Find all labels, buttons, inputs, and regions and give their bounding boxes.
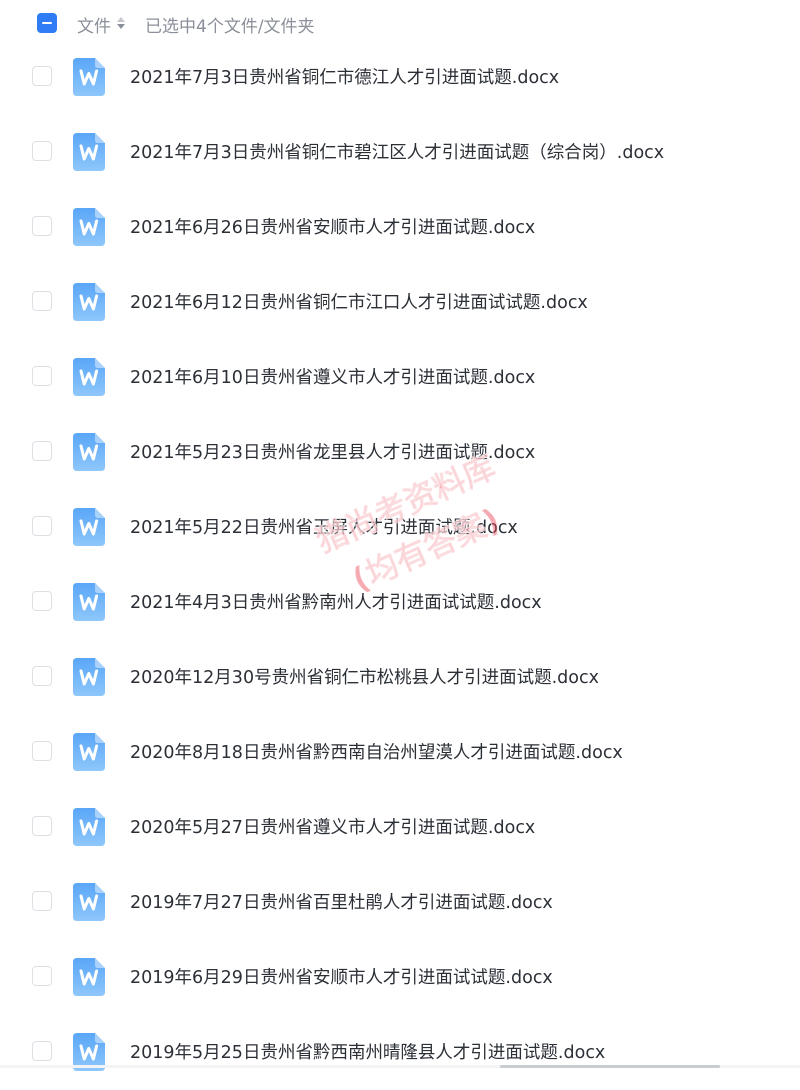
file-row-checkbox[interactable] [32, 441, 52, 461]
word-doc-icon [73, 733, 105, 771]
file-name[interactable]: 2021年6月10日贵州省遵义市人才引进面试题.docx [130, 364, 535, 389]
file-row[interactable]: 2021年7月3日贵州省铜仁市碧江区人才引进面试题（综合岗）.docx [0, 115, 800, 190]
file-row-checkbox[interactable] [32, 66, 52, 86]
word-doc-icon [73, 433, 105, 471]
file-row[interactable]: 2019年7月27日贵州省百里杜鹃人才引进面试题.docx [0, 865, 800, 940]
file-name[interactable]: 2019年6月29日贵州省安顺市人才引进面试试题.docx [130, 964, 553, 989]
word-doc-icon [73, 883, 105, 921]
file-row-checkbox[interactable] [32, 291, 52, 311]
file-name[interactable]: 2019年7月27日贵州省百里杜鹃人才引进面试题.docx [130, 889, 553, 914]
file-name[interactable]: 2019年5月25日贵州省黔西南州晴隆县人才引进面试题.docx [130, 1039, 605, 1064]
word-doc-icon [73, 358, 105, 396]
file-name[interactable]: 2021年6月12日贵州省铜仁市江口人才引进面试试题.docx [130, 289, 588, 314]
selection-count-text: 已选中4个文件/文件夹 [145, 17, 315, 37]
file-name[interactable]: 2021年7月3日贵州省铜仁市碧江区人才引进面试题（综合岗）.docx [130, 139, 664, 164]
file-row-checkbox[interactable] [32, 891, 52, 911]
file-row-checkbox[interactable] [32, 516, 52, 536]
file-row[interactable]: 2021年6月10日贵州省遵义市人才引进面试题.docx [0, 340, 800, 415]
file-row-checkbox[interactable] [32, 591, 52, 611]
file-row[interactable]: 2019年6月29日贵州省安顺市人才引进面试试题.docx [0, 940, 800, 1015]
file-row[interactable]: 2021年4月3日贵州省黔南州人才引进面试试题.docx [0, 565, 800, 640]
file-row[interactable]: 2020年8月18日贵州省黔西南自治州望漠人才引进面试题.docx [0, 715, 800, 790]
word-doc-icon [73, 58, 105, 96]
file-name[interactable]: 2021年5月23日贵州省龙里县人才引进面试题.docx [130, 439, 535, 464]
file-row-checkbox[interactable] [32, 366, 52, 386]
file-row-checkbox[interactable] [32, 666, 52, 686]
sort-arrows-icon[interactable] [117, 15, 125, 31]
file-name[interactable]: 2021年5月22日贵州省玉屏人才引进面试题.docx [130, 514, 518, 539]
file-row-checkbox[interactable] [32, 966, 52, 986]
word-doc-icon [73, 808, 105, 846]
file-name[interactable]: 2020年8月18日贵州省黔西南自治州望漠人才引进面试题.docx [130, 739, 623, 764]
file-row[interactable]: 2020年5月27日贵州省遵义市人才引进面试题.docx [0, 790, 800, 865]
file-name[interactable]: 2020年5月27日贵州省遵义市人才引进面试题.docx [130, 814, 535, 839]
file-row[interactable]: 2021年6月12日贵州省铜仁市江口人才引进面试试题.docx [0, 265, 800, 340]
file-name[interactable]: 2020年12月30号贵州省铜仁市松桃县人才引进面试题.docx [130, 664, 599, 689]
file-row-checkbox[interactable] [32, 816, 52, 836]
word-doc-icon [73, 283, 105, 321]
select-all-checkbox[interactable] [37, 13, 57, 33]
word-doc-icon [73, 658, 105, 696]
file-row[interactable]: 2021年5月22日贵州省玉屏人才引进面试题.docx [0, 490, 800, 565]
file-row-checkbox[interactable] [32, 141, 52, 161]
word-doc-icon [73, 133, 105, 171]
file-row[interactable]: 2021年6月26日贵州省安顺市人才引进面试题.docx [0, 190, 800, 265]
sort-by-name-label[interactable]: 文件 [77, 12, 111, 37]
file-name[interactable]: 2021年7月3日贵州省铜仁市德江人才引进面试题.docx [130, 64, 559, 89]
word-doc-icon [73, 208, 105, 246]
word-doc-icon [73, 508, 105, 546]
file-row[interactable]: 2021年5月23日贵州省龙里县人才引进面试题.docx [0, 415, 800, 490]
file-row[interactable]: 2020年12月30号贵州省铜仁市松桃县人才引进面试题.docx [0, 640, 800, 715]
file-row-checkbox[interactable] [32, 216, 52, 236]
word-doc-icon [73, 583, 105, 621]
file-row-checkbox[interactable] [32, 1041, 52, 1061]
file-row[interactable]: 2021年7月3日贵州省铜仁市德江人才引进面试题.docx [0, 40, 800, 115]
file-row[interactable]: 2019年5月25日贵州省黔西南州晴隆县人才引进面试题.docx [0, 1015, 800, 1090]
word-doc-icon [73, 958, 105, 996]
file-name[interactable]: 2021年6月26日贵州省安顺市人才引进面试题.docx [130, 214, 535, 239]
file-name[interactable]: 2021年4月3日贵州省黔南州人才引进面试试题.docx [130, 589, 542, 614]
file-row-checkbox[interactable] [32, 741, 52, 761]
